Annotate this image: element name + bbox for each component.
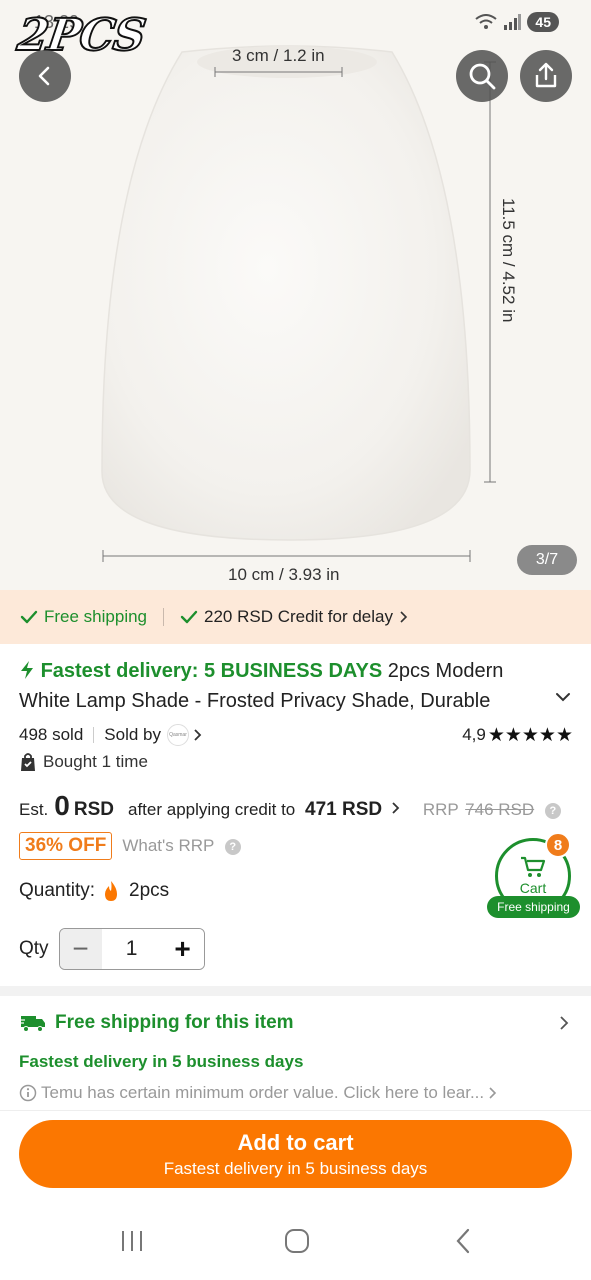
share-button[interactable]	[520, 50, 572, 102]
sold-by-label: Sold by	[104, 725, 161, 744]
increase-qty-button[interactable]: +	[161, 929, 204, 969]
bought-label: Bought 1 time	[43, 752, 148, 771]
quantity-label: Quantity:	[19, 880, 96, 901]
search-icon	[469, 63, 496, 90]
chevron-right-icon	[400, 611, 408, 623]
chevron-left-icon	[38, 66, 50, 86]
back-icon	[456, 1228, 470, 1254]
chevron-right-icon[interactable]	[558, 1014, 570, 1032]
cart-free-shipping-badge: Free shipping	[487, 896, 580, 918]
chevron-down-icon[interactable]	[554, 690, 572, 704]
floating-cart[interactable]: Cart 8 Free shipping	[487, 832, 580, 918]
star-rating-icon: ★★★★★	[487, 724, 573, 746]
dimension-top-label: 3 cm / 1.2 in	[232, 46, 325, 65]
product-image-gallery[interactable]: 3 cm / 1.2 in 11.5 cm / 4.52 in 10 cm / …	[0, 0, 591, 590]
recent-apps-icon	[122, 1231, 142, 1251]
free-shipping-tag: Free shipping	[20, 607, 147, 627]
chevron-right-icon	[194, 729, 202, 741]
qty-stepper-row: Qty − 1 +	[19, 928, 205, 970]
decrease-qty-button[interactable]: −	[59, 929, 102, 969]
minimum-order-label: Temu has certain minimum order value. Cl…	[41, 1083, 485, 1102]
cart-icon	[521, 856, 546, 877]
shipping-banner[interactable]: Free shipping 220 RSD Credit for delay	[0, 590, 591, 644]
credit-link[interactable]: after applying credit to 471 RSD	[128, 799, 401, 821]
cart-label: Cart	[519, 880, 547, 896]
whats-rrp-link[interactable]: What's RRP ?	[122, 836, 241, 856]
truck-icon	[19, 1016, 45, 1032]
discount-row: 36% OFF What's RRP ?	[19, 832, 241, 860]
seller-logo: Qasmar	[166, 724, 189, 746]
fastest-delivery-note: Fastest delivery in 5 business days	[19, 1052, 304, 1071]
battery-indicator: 45	[527, 12, 559, 32]
delay-credit-label: 220 RSD Credit for delay	[204, 607, 393, 626]
free-shipping-label: Free shipping	[44, 607, 148, 626]
sold-count: 498 sold	[19, 725, 84, 744]
discount-badge: 36% OFF	[19, 832, 113, 860]
status-icons: 45	[475, 12, 559, 32]
quantity-stepper: − 1 +	[58, 928, 205, 970]
rating-value: 4,9	[462, 725, 486, 744]
chevron-right-icon	[489, 1087, 497, 1099]
sold-by-link[interactable]: Sold by Qasmar	[104, 724, 203, 746]
free-shipping-title: Free shipping for this item	[55, 1012, 294, 1033]
cart-count-badge: 8	[545, 832, 571, 858]
price-value: 0	[54, 790, 70, 821]
after-credit-label: after applying credit to	[128, 800, 296, 819]
dimension-bottom-label: 10 cm / 3.93 in	[228, 565, 340, 584]
help-icon[interactable]: ?	[544, 803, 561, 819]
delay-credit-link[interactable]: 220 RSD Credit for delay	[180, 607, 409, 627]
back-button[interactable]	[19, 50, 71, 102]
whats-rrp-label: What's RRP	[122, 836, 215, 855]
rrp-label: RRP	[422, 800, 459, 819]
price-row: Est. 0 RSD after applying credit to 471 …	[19, 790, 561, 828]
free-shipping-section-title[interactable]: Free shipping for this item	[19, 1012, 294, 1034]
image-counter: 3/7	[517, 545, 577, 575]
fastest-delivery-label: Fastest delivery: 5 BUSINESS DAYS	[40, 660, 383, 682]
info-icon	[19, 1084, 37, 1102]
bought-count: Bought 1 time	[19, 752, 148, 772]
divider	[93, 727, 95, 743]
flame-icon	[105, 881, 118, 901]
rrp: RRP 746 RSD ?	[423, 800, 561, 820]
minimum-order-note[interactable]: Temu has certain minimum order value. Cl…	[19, 1083, 549, 1103]
add-to-cart-sublabel: Fastest delivery in 5 business days	[163, 1158, 428, 1178]
bag-check-icon	[21, 753, 35, 771]
check-icon	[180, 610, 198, 624]
est-label: Est.	[19, 800, 49, 819]
section-divider	[0, 986, 591, 996]
product-title[interactable]: Fastest delivery: 5 BUSINESS DAYS 2pcs M…	[19, 656, 559, 716]
credit-price: 471 RSD	[305, 799, 383, 820]
qty-input[interactable]: 1	[102, 937, 162, 961]
product-meta-row: 498 sold Sold by Qasmar 4,9 ★★★★★	[19, 722, 573, 748]
lightning-icon	[21, 661, 33, 679]
quantity-value: 2pcs	[129, 880, 170, 901]
chevron-right-icon	[392, 802, 400, 814]
wifi-icon	[475, 14, 498, 29]
recent-apps-button[interactable]	[112, 1226, 152, 1256]
signal-icon	[504, 14, 522, 30]
share-icon	[535, 62, 557, 88]
divider	[163, 608, 165, 626]
android-nav-bar	[0, 1200, 591, 1280]
rrp-value: 746 RSD	[465, 800, 535, 819]
rating[interactable]: 4,9 ★★★★★	[462, 724, 573, 747]
home-icon	[285, 1229, 309, 1253]
help-icon: ?	[224, 839, 241, 855]
divider	[0, 1110, 591, 1111]
add-to-cart-label: Add to cart	[237, 1129, 354, 1155]
qty-label: Qty	[19, 938, 49, 959]
quantity-option[interactable]: Quantity: 2pcs	[19, 880, 169, 902]
price-currency: RSD	[73, 799, 114, 820]
home-button[interactable]	[277, 1226, 317, 1256]
check-icon	[20, 610, 38, 624]
dimension-height-label: 11.5 cm / 4.52 in	[499, 198, 518, 323]
system-back-button[interactable]	[443, 1226, 483, 1256]
search-button[interactable]	[456, 50, 508, 102]
add-to-cart-button[interactable]: Add to cart Fastest delivery in 5 busine…	[19, 1120, 572, 1188]
